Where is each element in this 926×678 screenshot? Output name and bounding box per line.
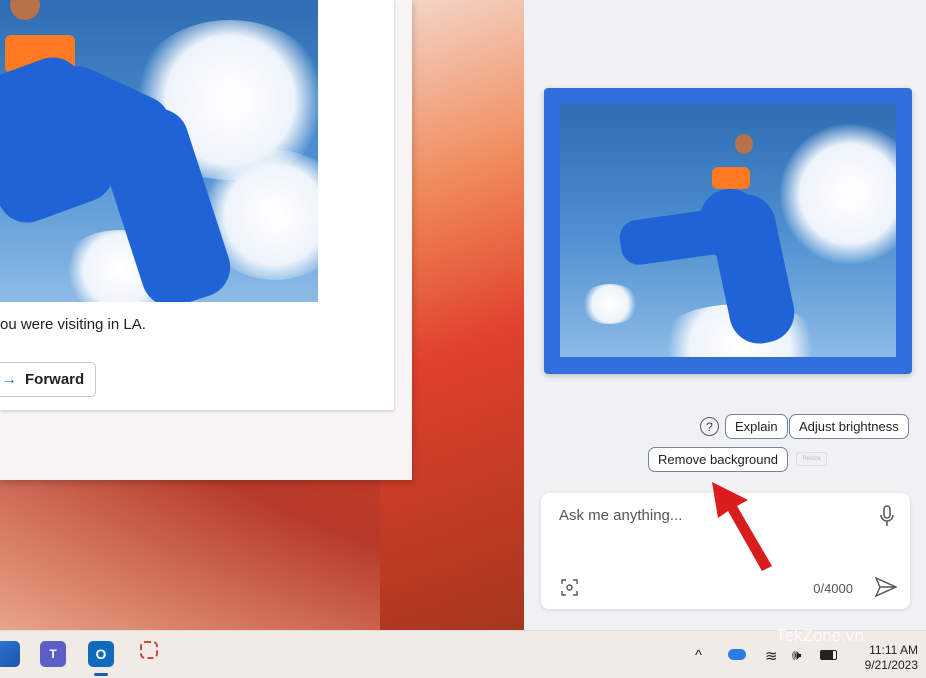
time: 11:11 AM (869, 643, 918, 657)
outlook-window: ou were visiting in LA. → Forward (0, 0, 412, 480)
battery-icon[interactable] (820, 650, 837, 660)
screenshot-capture-icon[interactable] (561, 579, 578, 596)
forward-arrow-icon: → (1, 370, 17, 388)
forward-button[interactable]: → Forward (0, 362, 96, 397)
date: 9/21/2023 (864, 658, 918, 672)
microphone-icon[interactable] (880, 505, 894, 527)
resize-button[interactable]: Resize (796, 452, 827, 466)
watermark: TekZone.vn (776, 626, 864, 645)
send-icon[interactable] (875, 577, 897, 597)
suggestion-explain[interactable]: Explain (725, 414, 788, 439)
attached-image (560, 104, 896, 357)
microsoft-store-icon[interactable] (0, 641, 20, 667)
character-count: 0/4000 (813, 581, 853, 596)
forward-label: Forward (25, 371, 85, 388)
email-card: ou were visiting in LA. → Forward (0, 0, 394, 410)
snipping-tool-icon[interactable] (140, 641, 158, 659)
volume-icon[interactable]: 🕪 (792, 647, 801, 664)
wifi-icon[interactable]: ≋ (765, 647, 778, 665)
attached-image-frame[interactable] (544, 88, 912, 374)
email-body-text: ou were visiting in LA. (0, 316, 146, 333)
help-icon[interactable]: ? (700, 417, 719, 436)
email-image (0, 0, 318, 302)
teams-icon[interactable]: T (40, 641, 66, 667)
annotation-arrow-icon (712, 482, 772, 571)
chat-input-placeholder: Ask me anything... (559, 507, 683, 524)
suggestion-adjust-brightness[interactable]: Adjust brightness (789, 414, 909, 439)
outlook-icon[interactable]: O (88, 641, 114, 667)
suggestion-remove-background[interactable]: Remove background (648, 447, 788, 472)
show-hidden-icons-chevron-icon[interactable]: ^ (695, 647, 702, 664)
onedrive-icon[interactable] (728, 649, 746, 660)
active-app-indicator (94, 673, 108, 676)
clock[interactable]: 11:11 AM 9/21/2023 (865, 643, 918, 673)
